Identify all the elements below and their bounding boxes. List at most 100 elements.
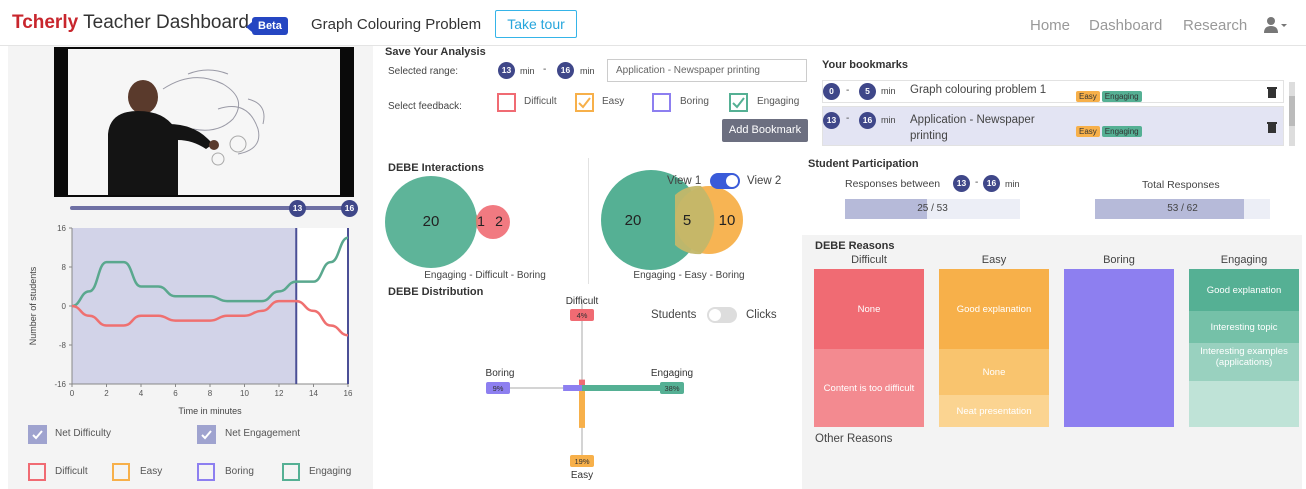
net-difficulty-engagement-chart[interactable]: 16 8 0 -8 -16 0 2 4 6 8 10 12 14 16 Time in minutes Num… [22,218,362,424]
reason-difficult-none[interactable]: None [814,269,924,349]
legend-easy-label: Easy [140,466,163,477]
x-tick-label: 0 [70,389,75,398]
range-responses-track: 25 / 53 [845,199,1020,219]
venn2-caption: Engaging - Easy - Boring [633,270,744,281]
legend-engaging-swatch [282,463,300,481]
feedback-easy-checkbox[interactable] [575,93,594,112]
page-title: Graph Colouring Problem [311,16,482,33]
select-feedback-label: Select feedback: [388,101,462,112]
trash-icon[interactable] [1267,121,1277,133]
easy-label: Easy [571,470,593,481]
feedback-engaging-checkbox[interactable] [729,93,748,112]
x-tick-label: 4 [139,389,144,398]
tag-easy: Easy [1076,91,1100,102]
save-analysis-title: Save Your Analysis [385,46,486,58]
x-tick-label: 8 [208,389,213,398]
trash-icon[interactable] [1267,86,1277,98]
reason-boring-block[interactable] [1064,269,1174,427]
feedback-difficult-checkbox[interactable] [497,93,516,112]
add-bookmark-button[interactable]: Add Bookmark [722,119,808,142]
reason-easy-none[interactable]: None [939,349,1049,395]
reason-engaging-interesting-examples[interactable]: Interesting examples (applications) [1189,343,1299,381]
range-start-unit: min [520,66,535,76]
range-separator: - [543,64,547,75]
legend-boring-swatch [197,463,215,481]
bookmark-end-pill: 5 [859,83,876,100]
bookmarks-scrollbar[interactable] [1289,82,1295,146]
participation-title: Student Participation [808,158,919,170]
y-tick-label: 8 [62,263,67,272]
user-icon[interactable] [1263,16,1287,34]
reason-easy-good-explanation[interactable]: Good explanation [939,269,1049,349]
reason-engaging-empty [1189,381,1299,427]
reason-col-boring: Boring [1103,254,1135,266]
bookmark-unit: min [881,86,896,96]
reason-easy-neat-presentation[interactable]: Neat presentation [939,395,1049,427]
bookmark-title: Application - Newspaper printing [910,114,1035,142]
bookmark-unit: min [881,115,896,125]
net-engagement-checkbox[interactable] [197,425,216,444]
range-start-pill: 13 [498,62,515,79]
x-tick-label: 6 [173,389,178,398]
participation-unit: min [1005,179,1020,189]
bookmark-separator: - [846,85,850,96]
check-icon [201,430,212,440]
view1-label: View 1 [667,175,702,187]
difficult-percent: 4% [577,311,588,320]
range-end-pill: 16 [557,62,574,79]
bookmark-row-1[interactable]: 0 - 5 min Graph colouring problem 1 Easy… [822,80,1284,103]
net-difficulty-checkbox[interactable] [28,425,47,444]
participation-end-pill: 16 [983,175,1000,192]
boring-percent: 9% [493,384,504,393]
venn-diagram-1: 20 1 2 Engaging - Difficult - Boring [385,176,546,281]
bookmark-tags: Easy Engaging [1076,86,1144,104]
engaging-bar [582,385,662,391]
selected-range-label: Selected range: [388,66,459,77]
legend-difficult-label: Difficult [55,466,88,477]
total-responses-track: 53 / 62 [1095,199,1270,219]
boring-label: Boring [486,368,515,379]
top-bar: Tcherly Teacher Dashboard Beta Graph Col… [0,0,1306,46]
brand[interactable]: Tcherly Teacher Dashboard [12,12,249,34]
check-icon [578,97,591,109]
nav-dashboard[interactable]: Dashboard [1089,17,1162,34]
venn1-difficult-count: 2 [495,213,503,229]
scrollbar-thumb[interactable] [1289,96,1295,126]
view-toggle[interactable] [710,173,740,189]
brand-name: Tcherly [12,12,79,33]
venn2-engaging-count: 20 [625,212,642,229]
beta-badge: Beta [246,17,288,35]
video-player[interactable] [54,47,354,197]
reason-col-easy: Easy [981,254,1007,266]
take-tour-button[interactable]: Take tour [495,10,577,38]
responses-between-label: Responses between [845,178,941,190]
brand-title: Teacher Dashboard [83,12,249,33]
nav-research[interactable]: Research [1183,17,1247,34]
range-end-unit: min [580,66,595,76]
toggle-knob [726,175,738,187]
nav-home[interactable]: Home [1030,17,1070,34]
view2-label: View 2 [747,175,782,187]
feedback-boring-checkbox[interactable] [652,93,671,112]
students-clicks-toggle[interactable] [707,307,737,323]
y-tick-label: 0 [62,302,67,311]
reason-engaging-interesting-topic[interactable]: Interesting topic [1189,311,1299,343]
bookmark-note-input[interactable]: Application - Newspaper printing [607,59,807,82]
bookmark-end-pill: 16 [859,112,876,129]
x-tick-label: 2 [104,389,109,398]
venn2-overlap-count: 5 [683,212,691,229]
participation-separator: - [975,177,979,188]
seek-end-handle[interactable]: 16 [341,200,358,217]
check-icon [732,97,745,109]
y-tick-label: 16 [57,224,66,233]
reason-engaging-good-explanation[interactable]: Good explanation [1189,269,1299,311]
bookmark-separator: - [846,113,850,124]
total-responses-label: Total Responses [1142,179,1220,191]
seek-start-handle[interactable]: 13 [289,200,306,217]
reason-difficult-too-difficult[interactable]: Content is too difficult [814,349,924,427]
reasons-title: DEBE Reasons [815,240,895,252]
tag-engaging: Engaging [1101,91,1142,102]
bookmark-row-2[interactable]: 13 - 16 min Application - Newspaper prin… [822,106,1284,146]
debe-distribution-chart: Difficult 4% Easy 19% Boring 9% Engaging 38% [486,296,694,481]
tag-easy: Easy [1076,126,1100,137]
